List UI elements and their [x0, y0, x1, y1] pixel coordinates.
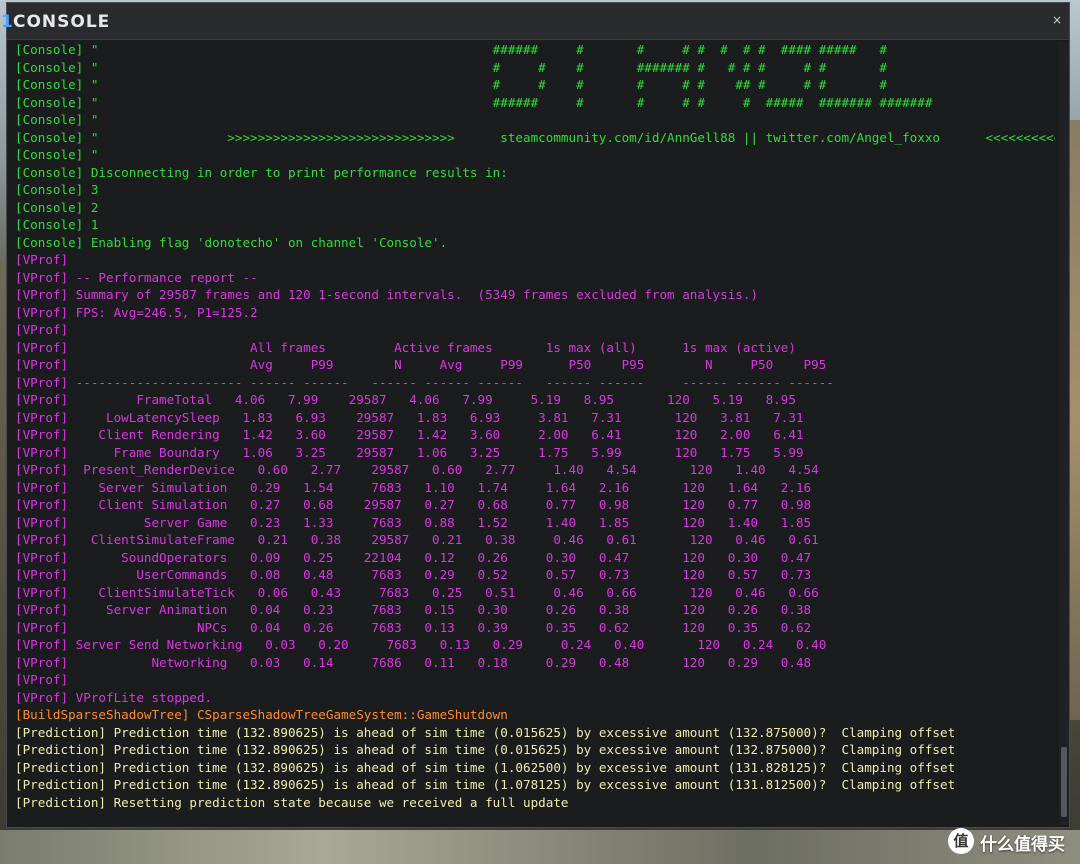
scrollbar-thumb[interactable]	[1061, 747, 1067, 817]
console-title: CONSOLE	[13, 12, 111, 32]
log-line: [Console] " # # # # # # ## # # # #	[15, 77, 887, 92]
log-line: [VProf] -- Performance report --	[15, 269, 258, 285]
log-line: [VProf] FrameTotal 4.06 7.99 29587 4.06 …	[15, 392, 796, 407]
log-line: [VProf] LowLatencySleep 1.83 6.93 29587 …	[15, 409, 804, 425]
log-line: [VProf] Server Animation 0.04 0.23 7683 …	[15, 602, 812, 617]
log-line: [Console] "	[15, 112, 99, 127]
log-line: [VProf] Present_RenderDevice 0.60 2.77 2…	[15, 462, 819, 477]
log-line: [VProf] Frame Boundary 1.06 3.25 29587 1…	[15, 444, 804, 460]
log-line: [Console] " ###### # # # # # ##### #####…	[15, 94, 933, 110]
log-line: [VProf] VProfLite stopped.	[15, 689, 213, 705]
log-line: [Prediction] Prediction time (132.890625…	[15, 724, 956, 740]
log-line: [VProf] All frames Active frames 1s max …	[15, 339, 796, 355]
log-line: [Console] 1	[15, 217, 99, 232]
log-line: [VProf] Server Game 0.23 1.33 7683 0.88 …	[15, 514, 812, 530]
log-line: [VProf] ClientSimulateFrame 0.21 0.38 29…	[15, 532, 819, 547]
log-line: [Prediction] Prediction time (132.890625…	[15, 759, 956, 775]
log-line: [VProf] Summary of 29587 frames and 120 …	[15, 287, 759, 302]
log-line: [VProf] Server Simulation 0.29 1.54 7683…	[15, 479, 812, 495]
log-line: [Console] Disconnecting in order to prin…	[15, 164, 508, 180]
log-line: [Console] " ###### # # # # # # # #### ##…	[15, 42, 887, 57]
log-line: [VProf] Networking 0.03 0.14 7686 0.11 0…	[15, 654, 812, 670]
console-log[interactable]: [Console] " ###### # # # # # # # #### ##…	[15, 41, 1055, 825]
log-line: [Console] Enabling flag 'donotecho' on c…	[15, 234, 448, 250]
close-icon[interactable]: ×	[1049, 12, 1065, 28]
log-line: [VProf] SoundOperators 0.09 0.25 22104 0…	[15, 549, 812, 565]
log-line: [VProf] NPCs 0.04 0.26 7683 0.13 0.39 0.…	[15, 619, 812, 635]
log-line: [VProf] Client Simulation 0.27 0.68 2958…	[15, 497, 812, 512]
watermark-text: 什么值得买	[980, 835, 1065, 855]
log-line: [VProf] UserCommands 0.08 0.48 7683 0.29…	[15, 567, 812, 582]
log-line: [VProf] Client Rendering 1.42 3.60 29587…	[15, 427, 804, 442]
log-line: [VProf] Avg P99 N Avg P99 P50 P95 N P50 …	[15, 357, 827, 372]
background-strip	[0, 830, 1080, 864]
console-scrollbar[interactable]	[1059, 41, 1069, 825]
watermark-logo-icon: 值	[948, 828, 974, 854]
log-line: [VProf] ---------------------- ------ --…	[15, 374, 834, 390]
log-line: [Console] " # # # ####### # # # # # # #	[15, 59, 887, 75]
console-window[interactable]: 1 CONSOLE × [Console] " ###### # # # # #…	[1, 2, 1070, 828]
log-line: [VProf] Server Send Networking 0.03 0.20…	[15, 637, 827, 652]
log-line: [VProf] ClientSimulateTick 0.06 0.43 768…	[15, 584, 819, 600]
log-line: [Prediction] Resetting prediction state …	[15, 794, 569, 810]
log-line: [Prediction] Prediction time (132.890625…	[15, 777, 956, 792]
watermark: 值 什么值得买	[948, 826, 1072, 856]
console-titlebar[interactable]: 1 CONSOLE ×	[1, 3, 1069, 40]
log-line: [VProf]	[15, 672, 69, 687]
log-line: [VProf]	[15, 252, 69, 267]
log-line: [Prediction] Prediction time (132.890625…	[15, 742, 956, 757]
log-line: [BuildSparseShadowTree] CSparseShadowTre…	[15, 707, 508, 722]
log-line: [Console] " >>>>>>>>>>>>>>>>>>>>>>>>>>>>…	[15, 129, 1055, 145]
log-line: [Console] "	[15, 147, 99, 162]
log-line: [Console] 2	[15, 199, 99, 215]
title-accent-glyph: 1	[1, 12, 13, 32]
log-line: [VProf]	[15, 322, 69, 337]
log-line: [Console] 3	[15, 182, 99, 197]
log-line: [VProf] FPS: Avg=246.5, P1=125.2	[15, 304, 258, 320]
